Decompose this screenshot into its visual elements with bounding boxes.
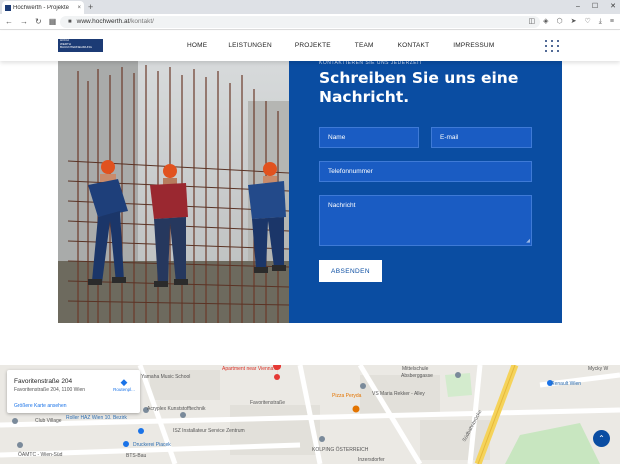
message-field[interactable]: Nachricht ◢	[319, 195, 532, 246]
google-map[interactable]: Favoritenstraße 204 Favoritenstraße 204,…	[0, 365, 620, 464]
download-icon[interactable]: ⤓	[599, 14, 602, 30]
tab-close-icon[interactable]: ×	[77, 5, 81, 11]
new-tab-button[interactable]: +	[88, 1, 93, 13]
map-label: ISZ Installateur Service Zentrum	[173, 428, 245, 434]
place-address: Favoritenstraße 204, 1100 Wien	[14, 387, 86, 393]
contact-form: KONTAKTIEREN SIE UNS JEDERZEIT Schreiben…	[289, 60, 562, 323]
shield-icon[interactable]: ◈	[543, 14, 548, 30]
larger-map-link[interactable]: Größere Karte ansehen	[14, 403, 67, 409]
heart-icon[interactable]: ♡	[585, 14, 591, 30]
favicon-icon	[5, 4, 11, 11]
nav-impressum[interactable]: IMPRESSUM	[453, 42, 494, 49]
address-bar: ← → ↻ ▦ ■ www.hochwerth.at/kontakt/ ◫ ◈ ⬡…	[0, 14, 620, 30]
lock-icon: ■	[68, 19, 72, 25]
route-button[interactable]: ◆ Routenpl...	[111, 377, 137, 392]
nav-team[interactable]: TEAM	[355, 42, 374, 49]
map-label: Club Village	[35, 418, 62, 424]
map-label: Yamaha Music School	[141, 374, 191, 380]
map-label: Favoritenstraße	[250, 400, 286, 406]
menu-icon[interactable]: ≡	[610, 14, 614, 30]
map-label: Pizza Peryda	[332, 393, 362, 399]
email-field[interactable]: E-mail	[431, 127, 532, 148]
reload-icon[interactable]: ↻	[35, 14, 42, 30]
nav-kontakt[interactable]: KONTAKT	[398, 42, 430, 49]
browser-tab[interactable]: Hochwerth - Projekte ×	[2, 1, 84, 14]
message-placeholder: Nachricht	[328, 202, 356, 209]
map-label: Mycky W	[588, 366, 609, 372]
scroll-to-top-button[interactable]: ⌃	[593, 430, 610, 447]
minimize-icon[interactable]: –	[576, 0, 580, 14]
map-place-card: Favoritenstraße 204 Favoritenstraße 204,…	[7, 370, 140, 413]
map-label: Acryplex Kunststofftechnik	[147, 406, 206, 412]
nav-home[interactable]: HOME	[187, 42, 207, 49]
window-controls: – ☐ ✕	[576, 0, 616, 14]
site-header: HOCH WERTH BAUUNTERNEHMUNG HOME LEISTUNG…	[0, 31, 620, 61]
phone-field[interactable]: Telefonnummer	[319, 161, 532, 182]
tab-grid-icon[interactable]: ▦	[49, 14, 57, 30]
route-label: Routenpl...	[113, 387, 135, 392]
maximize-icon[interactable]: ☐	[592, 0, 598, 14]
map-label: BTS-Bau	[126, 453, 147, 459]
place-title: Favoritenstraße 204	[14, 378, 73, 385]
map-label: VS Maria Rekker - Alley	[372, 391, 425, 397]
url-field[interactable]: ■ www.hochwerth.at/kontakt/	[60, 16, 540, 28]
map-label: KOLPING ÖSTERREICH	[312, 447, 369, 453]
resize-grip-icon[interactable]: ◢	[526, 239, 530, 244]
close-window-icon[interactable]: ✕	[610, 0, 616, 14]
map-label: Mittelschule	[402, 366, 429, 372]
extension-icon[interactable]: ⬡	[557, 14, 563, 30]
map-label: Apartment near Vienna...	[222, 366, 278, 372]
camera-icon[interactable]: ◫	[529, 14, 536, 30]
map-label: Absberggasse	[401, 373, 433, 379]
send-icon[interactable]: ➤	[571, 14, 577, 30]
map-label: ÖAMTC - Wien-Süd	[18, 452, 63, 458]
navigation-buttons: ← → ↻ ▦	[5, 14, 56, 30]
url-path: /kontakt/	[129, 18, 154, 25]
url-domain: www.hochwerth.at	[76, 18, 130, 25]
grid-menu-icon[interactable]	[545, 40, 559, 52]
nav-leistungen[interactable]: LEISTUNGEN	[228, 42, 272, 49]
workers-photo	[58, 61, 289, 323]
back-icon[interactable]: ←	[5, 14, 13, 30]
map-label: Druckerei Piacek	[133, 442, 171, 448]
name-field[interactable]: Name	[319, 127, 419, 148]
nav-projekte[interactable]: PROJEKTE	[295, 42, 331, 49]
map-label: Inzersdorfer	[358, 457, 385, 463]
forward-icon[interactable]: →	[20, 14, 28, 30]
browser-toolbar: ◫ ◈ ⬡ ➤ ♡ ⤓ ≡	[529, 14, 615, 30]
contact-heading: Schreiben Sie uns eine Nachricht.	[319, 69, 519, 106]
browser-tab-bar: Hochwerth - Projekte × + – ☐ ✕	[0, 0, 620, 14]
submit-button[interactable]: ABSENDEN	[319, 260, 382, 282]
map-label: Roller HAZ Wien 10. Bezirk	[66, 415, 127, 421]
main-nav: HOME LEISTUNGEN PROJEKTE TEAM KONTAKT IM…	[187, 42, 494, 49]
hochwerth-logo[interactable]: HOCH WERTH BAUUNTERNEHMUNG	[58, 38, 103, 52]
map-label: Renault Wien	[551, 381, 582, 387]
tab-title: Hochwerth - Projekte	[13, 4, 70, 11]
directions-icon: ◆	[120, 377, 128, 387]
